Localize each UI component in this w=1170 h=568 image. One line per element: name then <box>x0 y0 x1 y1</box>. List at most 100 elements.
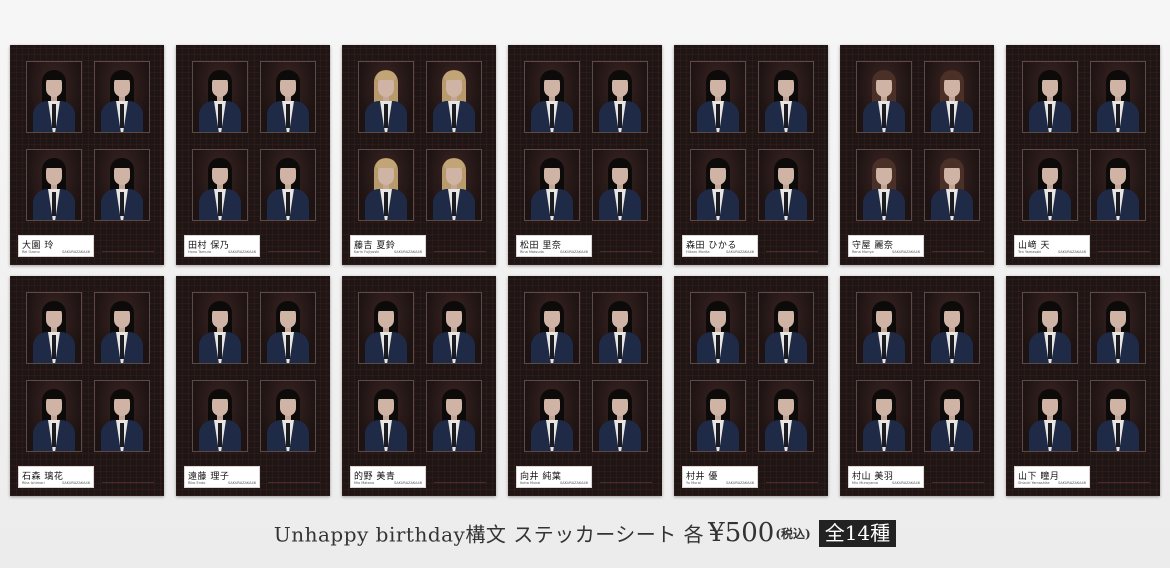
signature-line <box>600 243 652 252</box>
nameplate: 大園 玲 Rei Ozono SAKURAZAKA46 <box>18 235 94 257</box>
sticker-sheet[interactable]: 村井 優 Yu Murai SAKURAZAKA46 <box>674 276 828 496</box>
member-photo <box>94 149 150 221</box>
member-photo <box>426 380 482 452</box>
member-romaji: Itoha Mukai <box>520 481 541 485</box>
group-name: SAKURAZAKA46 <box>725 250 754 254</box>
member-photo <box>426 61 482 133</box>
signature-line <box>102 243 154 252</box>
nameplate: 山﨑 天 Ten Yamasaki SAKURAZAKA46 <box>1014 235 1090 257</box>
member-romaji: Miu Murayama <box>852 481 878 485</box>
member-photo <box>426 292 482 364</box>
member-photo <box>524 149 580 221</box>
member-romaji: Karin Fujiyoshi <box>354 250 380 254</box>
member-photo <box>924 149 980 221</box>
sticker-sheet[interactable]: 森田 ひかる Hikaru Morita SAKURAZAKA46 <box>674 45 828 265</box>
member-photo <box>94 292 150 364</box>
member-romaji: Mio Matono <box>354 481 375 485</box>
group-name: SAKURAZAKA46 <box>393 481 422 485</box>
member-photo <box>690 380 746 452</box>
member-photo <box>924 61 980 133</box>
nameplate: 守屋 麗奈 Rena Moriya SAKURAZAKA46 <box>848 235 924 257</box>
member-photo <box>856 292 912 364</box>
group-name: SAKURAZAKA46 <box>227 481 256 485</box>
signature-line <box>434 243 486 252</box>
signature-line <box>434 474 486 483</box>
member-photo <box>260 149 316 221</box>
sticker-sheet-grid: 大園 玲 Rei Ozono SAKURAZAKA46 田村 保乃 Hono Tamu… <box>10 45 1160 497</box>
member-photo <box>690 292 746 364</box>
member-photo <box>592 380 648 452</box>
member-photo <box>758 292 814 364</box>
member-photo <box>1090 292 1146 364</box>
member-photo <box>26 292 82 364</box>
signature-line <box>1098 474 1150 483</box>
member-photo <box>26 149 82 221</box>
member-romaji: Rei Ozono <box>22 250 40 254</box>
member-photo <box>690 149 746 221</box>
sticker-sheet[interactable]: 田村 保乃 Hono Tamura SAKURAZAKA46 <box>176 45 330 265</box>
group-name: SAKURAZAKA46 <box>725 481 754 485</box>
group-name: SAKURAZAKA46 <box>891 481 920 485</box>
member-photo <box>856 380 912 452</box>
sticker-sheet[interactable]: 的野 美青 Mio Matono SAKURAZAKA46 <box>342 276 496 496</box>
member-photo <box>856 149 912 221</box>
nameplate: 山下 瞳月 Shizuki Yamashita SAKURAZAKA46 <box>1014 466 1090 488</box>
member-romaji: Riko Endo <box>188 481 206 485</box>
sticker-sheet[interactable]: 松田 里奈 Rina Matsuda SAKURAZAKA46 <box>508 45 662 265</box>
price: ¥500 <box>708 518 775 548</box>
member-romaji: Rika Ishimori <box>22 481 45 485</box>
member-photo <box>1022 61 1078 133</box>
member-photo <box>358 149 414 221</box>
group-name: SAKURAZAKA46 <box>559 250 588 254</box>
variant-count-badge: 全14種 <box>818 519 897 547</box>
nameplate: 村井 優 Yu Murai SAKURAZAKA46 <box>682 466 758 488</box>
member-photo <box>1022 292 1078 364</box>
member-photo <box>1022 380 1078 452</box>
group-name: SAKURAZAKA46 <box>393 250 422 254</box>
member-photo <box>94 380 150 452</box>
signature-line <box>268 474 320 483</box>
member-photo <box>592 61 648 133</box>
member-photo <box>358 292 414 364</box>
sticker-sheet[interactable]: 村山 美羽 Miu Murayama SAKURAZAKA46 <box>840 276 994 496</box>
member-photo <box>192 380 248 452</box>
sticker-sheet[interactable]: 山﨑 天 Ten Yamasaki SAKURAZAKA46 <box>1006 45 1160 265</box>
member-photo <box>192 61 248 133</box>
group-name: SAKURAZAKA46 <box>227 250 256 254</box>
group-name: SAKURAZAKA46 <box>1057 250 1086 254</box>
nameplate: 遠藤 理子 Riko Endo SAKURAZAKA46 <box>184 466 260 488</box>
member-romaji: Yu Murai <box>686 481 701 485</box>
tax-note: (税込) <box>775 526 811 541</box>
sticker-sheet[interactable]: 藤吉 夏鈴 Karin Fujiyoshi SAKURAZAKA46 <box>342 45 496 265</box>
signature-line <box>766 243 818 252</box>
member-photo <box>358 380 414 452</box>
signature-line <box>932 474 984 483</box>
member-photo <box>592 292 648 364</box>
sticker-sheet[interactable]: 守屋 麗奈 Rena Moriya SAKURAZAKA46 <box>840 45 994 265</box>
nameplate: 藤吉 夏鈴 Karin Fujiyoshi SAKURAZAKA46 <box>350 235 426 257</box>
member-photo <box>758 61 814 133</box>
sticker-sheet[interactable]: 山下 瞳月 Shizuki Yamashita SAKURAZAKA46 <box>1006 276 1160 496</box>
sticker-sheet[interactable]: 大園 玲 Rei Ozono SAKURAZAKA46 <box>10 45 164 265</box>
signature-line <box>268 243 320 252</box>
signature-line <box>102 474 154 483</box>
member-photo <box>94 61 150 133</box>
sticker-sheet[interactable]: 石森 璃花 Rika Ishimori SAKURAZAKA46 <box>10 276 164 496</box>
group-name: SAKURAZAKA46 <box>61 250 90 254</box>
member-photo <box>924 380 980 452</box>
group-name: SAKURAZAKA46 <box>1057 481 1086 485</box>
nameplate: 的野 美青 Mio Matono SAKURAZAKA46 <box>350 466 426 488</box>
product-title: Unhappy birthday構文 ステッカーシート 各 <box>273 522 705 547</box>
member-romaji: Shizuki Yamashita <box>1018 481 1050 485</box>
member-photo <box>1090 149 1146 221</box>
sticker-sheet[interactable]: 遠藤 理子 Riko Endo SAKURAZAKA46 <box>176 276 330 496</box>
member-photo <box>690 61 746 133</box>
signature-line <box>600 474 652 483</box>
sticker-sheet[interactable]: 向井 純葉 Itoha Mukai SAKURAZAKA46 <box>508 276 662 496</box>
member-photo <box>192 292 248 364</box>
member-photo <box>358 61 414 133</box>
product-caption: Unhappy birthday構文 ステッカーシート 各 ¥500(税込) 全14… <box>0 518 1170 548</box>
member-photo <box>1090 380 1146 452</box>
member-photo <box>260 380 316 452</box>
nameplate: 松田 里奈 Rina Matsuda SAKURAZAKA46 <box>516 235 592 257</box>
